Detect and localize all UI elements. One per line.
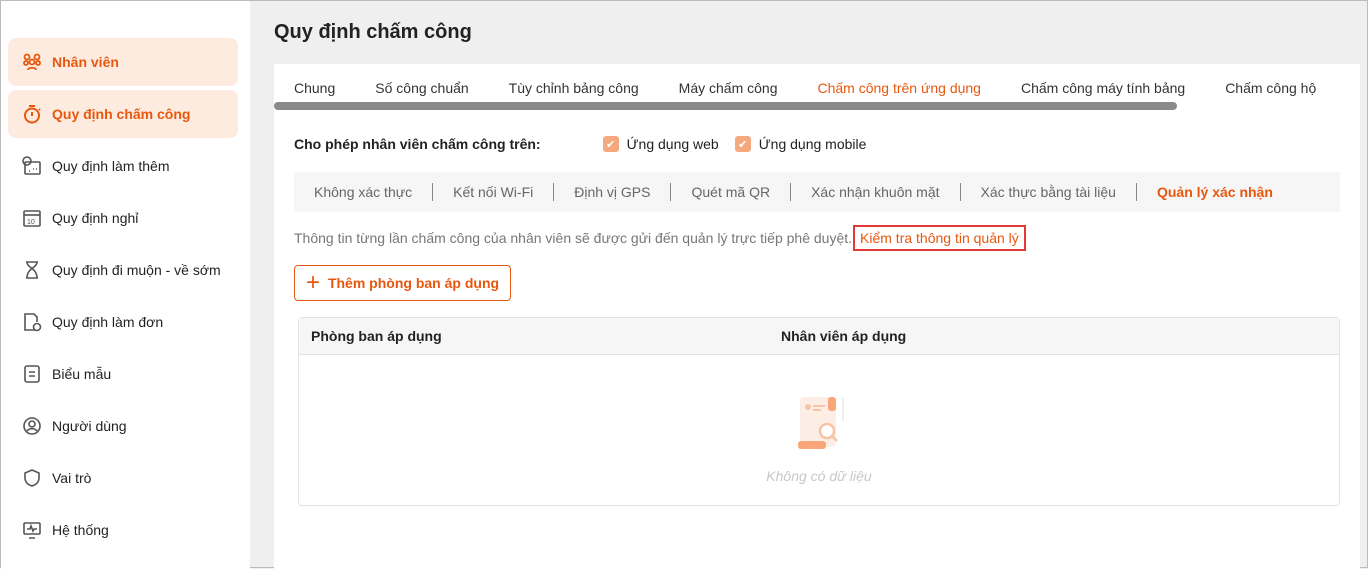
sidebar-item-bieu-mau[interactable]: Biểu mẫu (8, 350, 238, 398)
check-icon: ✔ (734, 136, 751, 152)
subtab-wifi[interactable]: Kết nối Wi-Fi (433, 183, 555, 201)
sidebar-item-label: Vai trò (52, 470, 92, 486)
subtab-qr[interactable]: Quét mã QR (671, 183, 792, 201)
sidebar-item-nguoi-dung[interactable]: Người dùng (8, 402, 238, 450)
add-button-label: Thêm phòng ban áp dụng (327, 275, 500, 291)
tab-may-cham-cong[interactable]: Máy chấm công (659, 64, 798, 104)
tab-so-cong-chuan[interactable]: Số công chuẩn (355, 64, 488, 104)
tab-chung[interactable]: Chung (274, 64, 355, 104)
subtab-khuon-mat[interactable]: Xác nhận khuôn mặt (791, 183, 961, 201)
sidebar-item-nhan-vien[interactable]: Nhân viên (8, 38, 238, 86)
page-title: Quy định chấm công (274, 21, 472, 43)
svg-text:10: 10 (27, 219, 35, 226)
verification-tabs: Không xác thực Kết nối Wi-Fi Định vị GPS… (294, 172, 1340, 212)
clock-calendar-icon (22, 156, 41, 175)
user-circle-icon (23, 417, 41, 435)
add-department-button[interactable]: + Thêm phòng ban áp dụng (294, 265, 511, 301)
sidebar-item-label: Quy định nghỉ (52, 210, 139, 226)
sidebar-item-quy-dinh-cham-cong[interactable]: Quy định chấm công (8, 90, 238, 138)
empty-document-icon (798, 397, 844, 449)
subtab-khong-xac-thuc[interactable]: Không xác thực (294, 183, 434, 201)
shield-icon (24, 469, 40, 487)
tab-scrollbar[interactable] (274, 102, 1177, 110)
column-header-employee: Nhân viên áp dụng (781, 328, 907, 344)
subtab-quan-ly-xac-nhan[interactable]: Quản lý xác nhận (1137, 183, 1293, 201)
hourglass-icon (26, 261, 38, 279)
check-icon: ✔ (602, 136, 619, 152)
checkbox-web[interactable]: ✔ Ứng dụng web (602, 136, 719, 152)
form-icon (24, 365, 40, 383)
info-text: Thông tin từng lần chấm công của nhân vi… (294, 230, 853, 246)
calendar-10-icon: 10 (23, 210, 41, 227)
department-table: Phòng ban áp dụng Nhân viên áp dụng Không… (298, 317, 1340, 506)
tab-cham-cong-may-tinh-bang[interactable]: Chấm công máy tính bảng (1001, 64, 1205, 104)
sidebar-item-vai-tro[interactable]: Vai trò (8, 454, 238, 502)
sidebar-item-label: Người dùng (52, 418, 127, 434)
sidebar-item-label: Nhân viên (52, 54, 119, 70)
sidebar-item-label: Quy định chấm công (52, 106, 191, 122)
sidebar-item-quy-dinh-nghi[interactable]: 10 Quy định nghỉ (8, 194, 238, 242)
sidebar-item-label: Hệ thống (52, 522, 109, 538)
checkbox-label: Ứng dụng web (626, 136, 719, 152)
column-header-department: Phòng ban áp dụng (311, 328, 442, 344)
subtab-tai-lieu[interactable]: Xác thực bằng tài liệu (961, 183, 1137, 201)
checkbox-mobile[interactable]: ✔ Ứng dụng mobile (734, 136, 867, 152)
tab-tuy-chinh-bang-cong[interactable]: Tùy chỉnh bảng công (489, 64, 659, 104)
sidebar-item-di-muon-ve-som[interactable]: Quy định đi muộn - về sớm (8, 246, 238, 294)
sidebar-item-quy-dinh-lam-don[interactable]: Quy định làm đơn (8, 298, 238, 346)
empty-state-text: Không có dữ liệu (766, 468, 872, 484)
sidebar: Nhân viên Quy định chấm công Quy định là… (1, 1, 250, 569)
tab-cham-cong-tren-ung-dung[interactable]: Chấm công trên ứng dụng (797, 64, 1000, 104)
stopwatch-icon (24, 105, 41, 124)
sidebar-item-he-thong[interactable]: Hệ thống (8, 506, 238, 554)
sidebar-item-label: Quy định đi muộn - về sớm (52, 262, 221, 278)
document-clock-icon (24, 313, 42, 332)
check-manager-link[interactable]: Kiểm tra thông tin quản lý (853, 225, 1026, 251)
allow-label: Cho phép nhân viên chấm công trên: (294, 136, 541, 152)
sidebar-item-quy-dinh-lam-them[interactable]: Quy định làm thêm (8, 142, 238, 190)
content-card: Chung Số công chuẩn Tùy chỉnh bảng công … (274, 64, 1360, 569)
users-icon (23, 53, 41, 71)
sidebar-item-label: Biểu mẫu (52, 366, 112, 382)
tab-cham-cong-ho[interactable]: Chấm công hộ (1205, 64, 1336, 104)
subtab-gps[interactable]: Định vị GPS (554, 183, 672, 201)
monitor-icon (23, 522, 41, 539)
sidebar-item-label: Quy định làm đơn (52, 314, 164, 330)
plus-icon: + (305, 269, 320, 296)
checkbox-label: Ứng dụng mobile (758, 136, 867, 152)
tab-bar: Chung Số công chuẩn Tùy chỉnh bảng công … (274, 64, 1360, 104)
sidebar-item-label: Quy định làm thêm (52, 158, 170, 174)
